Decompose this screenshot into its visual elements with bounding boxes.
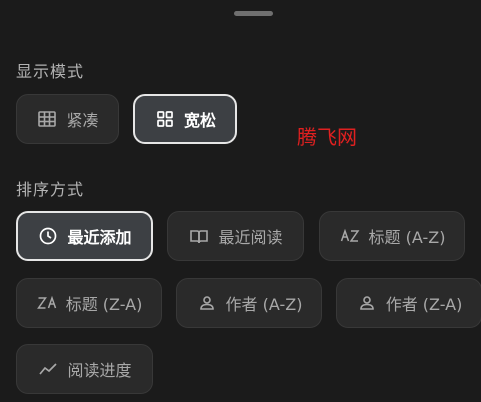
watermark-text: 腾飞网 bbox=[297, 125, 357, 149]
sort-recently-added-label: 最近添加 bbox=[67, 228, 132, 247]
sort-title-desc-label: 标题 (Z-A) bbox=[65, 295, 143, 314]
person-icon bbox=[356, 292, 378, 314]
display-spacious-button[interactable]: 宽松 bbox=[133, 94, 237, 144]
sort-author-desc-label: 作者 (Z-A) bbox=[385, 295, 463, 314]
grid-four-icon bbox=[154, 108, 176, 130]
sort-alpha-asc-icon bbox=[339, 225, 361, 247]
sort-title-asc-label: 标题 (A-Z) bbox=[368, 228, 446, 247]
sort-title-desc-button[interactable]: 标题 (Z-A) bbox=[16, 278, 162, 328]
sort-reading-progress-button[interactable]: 阅读进度 bbox=[16, 344, 153, 394]
sort-recently-added-button[interactable]: 最近添加 bbox=[16, 211, 153, 261]
display-spacious-label: 宽松 bbox=[183, 111, 216, 130]
sort-author-desc-button[interactable]: 作者 (Z-A) bbox=[336, 278, 481, 328]
sort-mode-label: 排序方式 bbox=[16, 180, 85, 199]
person-icon bbox=[196, 292, 218, 314]
drag-handle[interactable] bbox=[234, 11, 273, 16]
display-compact-label: 紧凑 bbox=[66, 111, 99, 130]
display-compact-button[interactable]: 紧凑 bbox=[16, 94, 119, 144]
sort-recently-read-label: 最近阅读 bbox=[218, 228, 283, 247]
sort-author-asc-label: 作者 (A-Z) bbox=[225, 295, 303, 314]
sort-recently-read-button[interactable]: 最近阅读 bbox=[167, 211, 304, 261]
sort-reading-progress-label: 阅读进度 bbox=[67, 361, 132, 380]
trend-line-icon bbox=[37, 358, 59, 380]
grid-table-icon bbox=[36, 108, 58, 130]
clock-icon bbox=[37, 225, 59, 247]
sort-alpha-desc-icon bbox=[36, 292, 58, 314]
open-book-icon bbox=[188, 225, 210, 247]
display-mode-label: 显示模式 bbox=[16, 62, 85, 81]
sort-author-asc-button[interactable]: 作者 (A-Z) bbox=[176, 278, 322, 328]
sort-title-asc-button[interactable]: 标题 (A-Z) bbox=[319, 211, 465, 261]
